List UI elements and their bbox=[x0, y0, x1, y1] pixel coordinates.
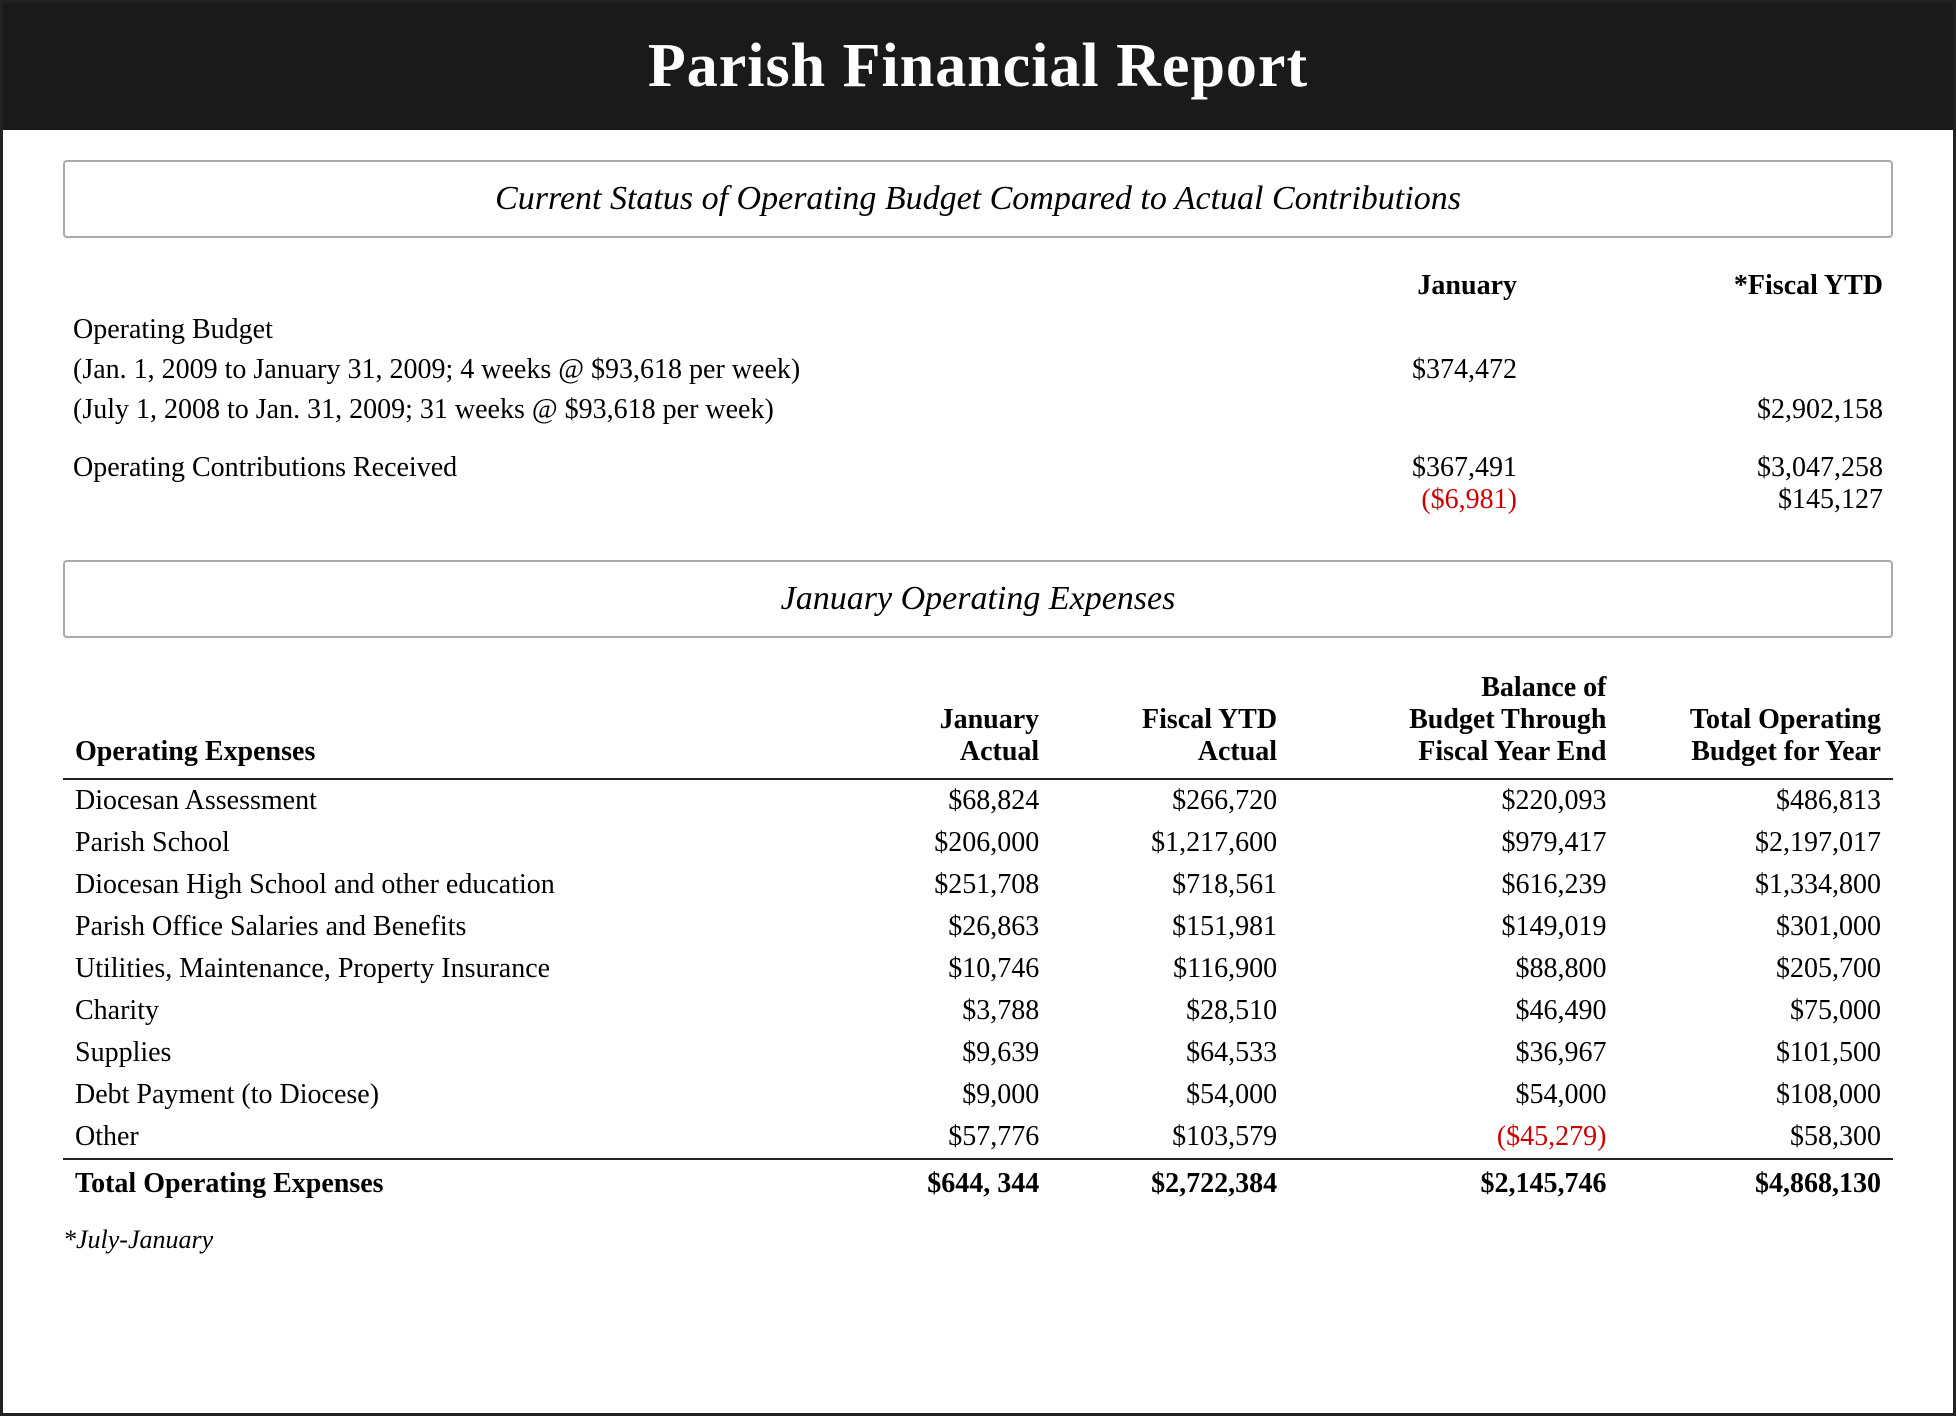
exp-row: Parish School $206,000 $1,217,600 $979,4… bbox=[63, 822, 1893, 864]
section1-title: Current Status of Operating Budget Compa… bbox=[95, 180, 1861, 218]
exp-row-balance: ($45,279) bbox=[1289, 1116, 1618, 1159]
exp-col-balance: Balance ofBudget ThroughFiscal Year End bbox=[1289, 666, 1618, 779]
exp-row-jan: $57,776 bbox=[832, 1116, 1052, 1159]
exp-row-total: $75,000 bbox=[1618, 990, 1893, 1032]
exp-total-row: Total Operating Expenses $644, 344 $2,72… bbox=[63, 1159, 1893, 1205]
exp-header-row: Operating Expenses JanuaryActual Fiscal … bbox=[63, 666, 1893, 779]
exp-row-label: Parish Office Salaries and Benefits bbox=[63, 906, 832, 948]
section1-box: Current Status of Operating Budget Compa… bbox=[63, 160, 1893, 238]
ob-spacer-row bbox=[63, 430, 1893, 448]
exp-row: Diocesan High School and other education… bbox=[63, 864, 1893, 906]
exp-row-ytd: $1,217,600 bbox=[1051, 822, 1289, 864]
ob-line2-ytd: $2,902,158 bbox=[1527, 390, 1893, 430]
exp-row-jan: $26,863 bbox=[832, 906, 1052, 948]
exp-row-jan: $251,708 bbox=[832, 864, 1052, 906]
ob-main-label-row: Operating Budget bbox=[63, 310, 1893, 350]
exp-row-balance: $616,239 bbox=[1289, 864, 1618, 906]
exp-total-label: Total Operating Expenses bbox=[63, 1159, 832, 1205]
exp-row-total: $301,000 bbox=[1618, 906, 1893, 948]
exp-row: Other $57,776 $103,579 ($45,279) $58,300 bbox=[63, 1116, 1893, 1159]
exp-col-jan: JanuaryActual bbox=[832, 666, 1052, 779]
section2-box: January Operating Expenses bbox=[63, 560, 1893, 638]
exp-total-total: $4,868,130 bbox=[1618, 1159, 1893, 1205]
ob-line1-label: (Jan. 1, 2009 to January 31, 2009; 4 wee… bbox=[63, 350, 1161, 390]
exp-row-total: $205,700 bbox=[1618, 948, 1893, 990]
exp-col-total: Total OperatingBudget for Year bbox=[1618, 666, 1893, 779]
exp-row-balance: $149,019 bbox=[1289, 906, 1618, 948]
ob-line1-row: (Jan. 1, 2009 to January 31, 2009; 4 wee… bbox=[63, 350, 1893, 390]
section2-title: January Operating Expenses bbox=[95, 580, 1861, 618]
exp-row-jan: $68,824 bbox=[832, 779, 1052, 822]
exp-row-ytd: $718,561 bbox=[1051, 864, 1289, 906]
ob-line2-row: (July 1, 2008 to Jan. 31, 2009; 31 weeks… bbox=[63, 390, 1893, 430]
exp-row-total: $58,300 bbox=[1618, 1116, 1893, 1159]
exp-row-total: $101,500 bbox=[1618, 1032, 1893, 1074]
exp-row-ytd: $54,000 bbox=[1051, 1074, 1289, 1116]
ob-main-label: Operating Budget bbox=[63, 310, 1161, 350]
exp-row-balance: $88,800 bbox=[1289, 948, 1618, 990]
exp-row-ytd: $28,510 bbox=[1051, 990, 1289, 1032]
ob-jan-header: January bbox=[1161, 266, 1527, 310]
exp-row-balance: $220,093 bbox=[1289, 779, 1618, 822]
operating-budget-table: January *Fiscal YTD Operating Budget (Ja… bbox=[63, 266, 1893, 520]
exp-row-total: $2,197,017 bbox=[1618, 822, 1893, 864]
exp-row-ytd: $64,533 bbox=[1051, 1032, 1289, 1074]
exp-row-label: Diocesan Assessment bbox=[63, 779, 832, 822]
section-gap bbox=[63, 540, 1893, 560]
footnote: *July-January bbox=[63, 1225, 1893, 1255]
ob-contrib-label: Operating Contributions Received bbox=[63, 448, 1161, 520]
exp-row-ytd: $116,900 bbox=[1051, 948, 1289, 990]
main-content: Current Status of Operating Budget Compa… bbox=[3, 130, 1953, 1295]
ob-contrib-row: Operating Contributions Received $367,49… bbox=[63, 448, 1893, 520]
exp-row-balance: $54,000 bbox=[1289, 1074, 1618, 1116]
exp-row-ytd: $151,981 bbox=[1051, 906, 1289, 948]
exp-row-jan: $3,788 bbox=[832, 990, 1052, 1032]
exp-row: Utilities, Maintenance, Property Insuran… bbox=[63, 948, 1893, 990]
ob-line1-jan: $374,472 bbox=[1161, 350, 1527, 390]
exp-row-total: $1,334,800 bbox=[1618, 864, 1893, 906]
ob-contrib-ytd-diff: $145,127 bbox=[1537, 484, 1883, 516]
exp-row-ytd: $266,720 bbox=[1051, 779, 1289, 822]
exp-row-label: Debt Payment (to Diocese) bbox=[63, 1074, 832, 1116]
exp-row: Charity $3,788 $28,510 $46,490 $75,000 bbox=[63, 990, 1893, 1032]
exp-row: Parish Office Salaries and Benefits $26,… bbox=[63, 906, 1893, 948]
exp-total-ytd: $2,722,384 bbox=[1051, 1159, 1289, 1205]
exp-col-ytd: Fiscal YTDActual bbox=[1051, 666, 1289, 779]
exp-row-jan: $9,639 bbox=[832, 1032, 1052, 1074]
exp-row-ytd: $103,579 bbox=[1051, 1116, 1289, 1159]
exp-total-balance: $2,145,746 bbox=[1289, 1159, 1618, 1205]
page-title: Parish Financial Report bbox=[43, 31, 1913, 102]
exp-row: Diocesan Assessment $68,824 $266,720 $22… bbox=[63, 779, 1893, 822]
ob-contrib-ytd: $3,047,258 $145,127 bbox=[1527, 448, 1893, 520]
ob-line2-label: (July 1, 2008 to Jan. 31, 2009; 31 weeks… bbox=[63, 390, 1161, 430]
exp-total-jan: $644, 344 bbox=[832, 1159, 1052, 1205]
exp-row-jan: $9,000 bbox=[832, 1074, 1052, 1116]
exp-row-total: $486,813 bbox=[1618, 779, 1893, 822]
exp-row-label: Supplies bbox=[63, 1032, 832, 1074]
exp-row-balance: $46,490 bbox=[1289, 990, 1618, 1032]
exp-row-balance: $36,967 bbox=[1289, 1032, 1618, 1074]
exp-row-total: $108,000 bbox=[1618, 1074, 1893, 1116]
ob-contrib-jan-diff: ($6,981) bbox=[1171, 484, 1517, 516]
exp-row-balance: $979,417 bbox=[1289, 822, 1618, 864]
exp-col-label: Operating Expenses bbox=[63, 666, 832, 779]
page-header: Parish Financial Report bbox=[3, 3, 1953, 130]
exp-row-label: Charity bbox=[63, 990, 832, 1032]
exp-row: Supplies $9,639 $64,533 $36,967 $101,500 bbox=[63, 1032, 1893, 1074]
exp-row-label: Utilities, Maintenance, Property Insuran… bbox=[63, 948, 832, 990]
ob-ytd-header: *Fiscal YTD bbox=[1527, 266, 1893, 310]
exp-row-jan: $10,746 bbox=[832, 948, 1052, 990]
op-budget-header-row: January *Fiscal YTD bbox=[63, 266, 1893, 310]
page: Parish Financial Report Current Status o… bbox=[0, 0, 1956, 1416]
exp-row-label: Diocesan High School and other education bbox=[63, 864, 832, 906]
exp-row-label: Other bbox=[63, 1116, 832, 1159]
exp-row-jan: $206,000 bbox=[832, 822, 1052, 864]
expenses-table: Operating Expenses JanuaryActual Fiscal … bbox=[63, 666, 1893, 1205]
ob-contrib-jan: $367,491 ($6,981) bbox=[1161, 448, 1527, 520]
ob-label-header bbox=[63, 266, 1161, 310]
exp-row-label: Parish School bbox=[63, 822, 832, 864]
exp-row: Debt Payment (to Diocese) $9,000 $54,000… bbox=[63, 1074, 1893, 1116]
